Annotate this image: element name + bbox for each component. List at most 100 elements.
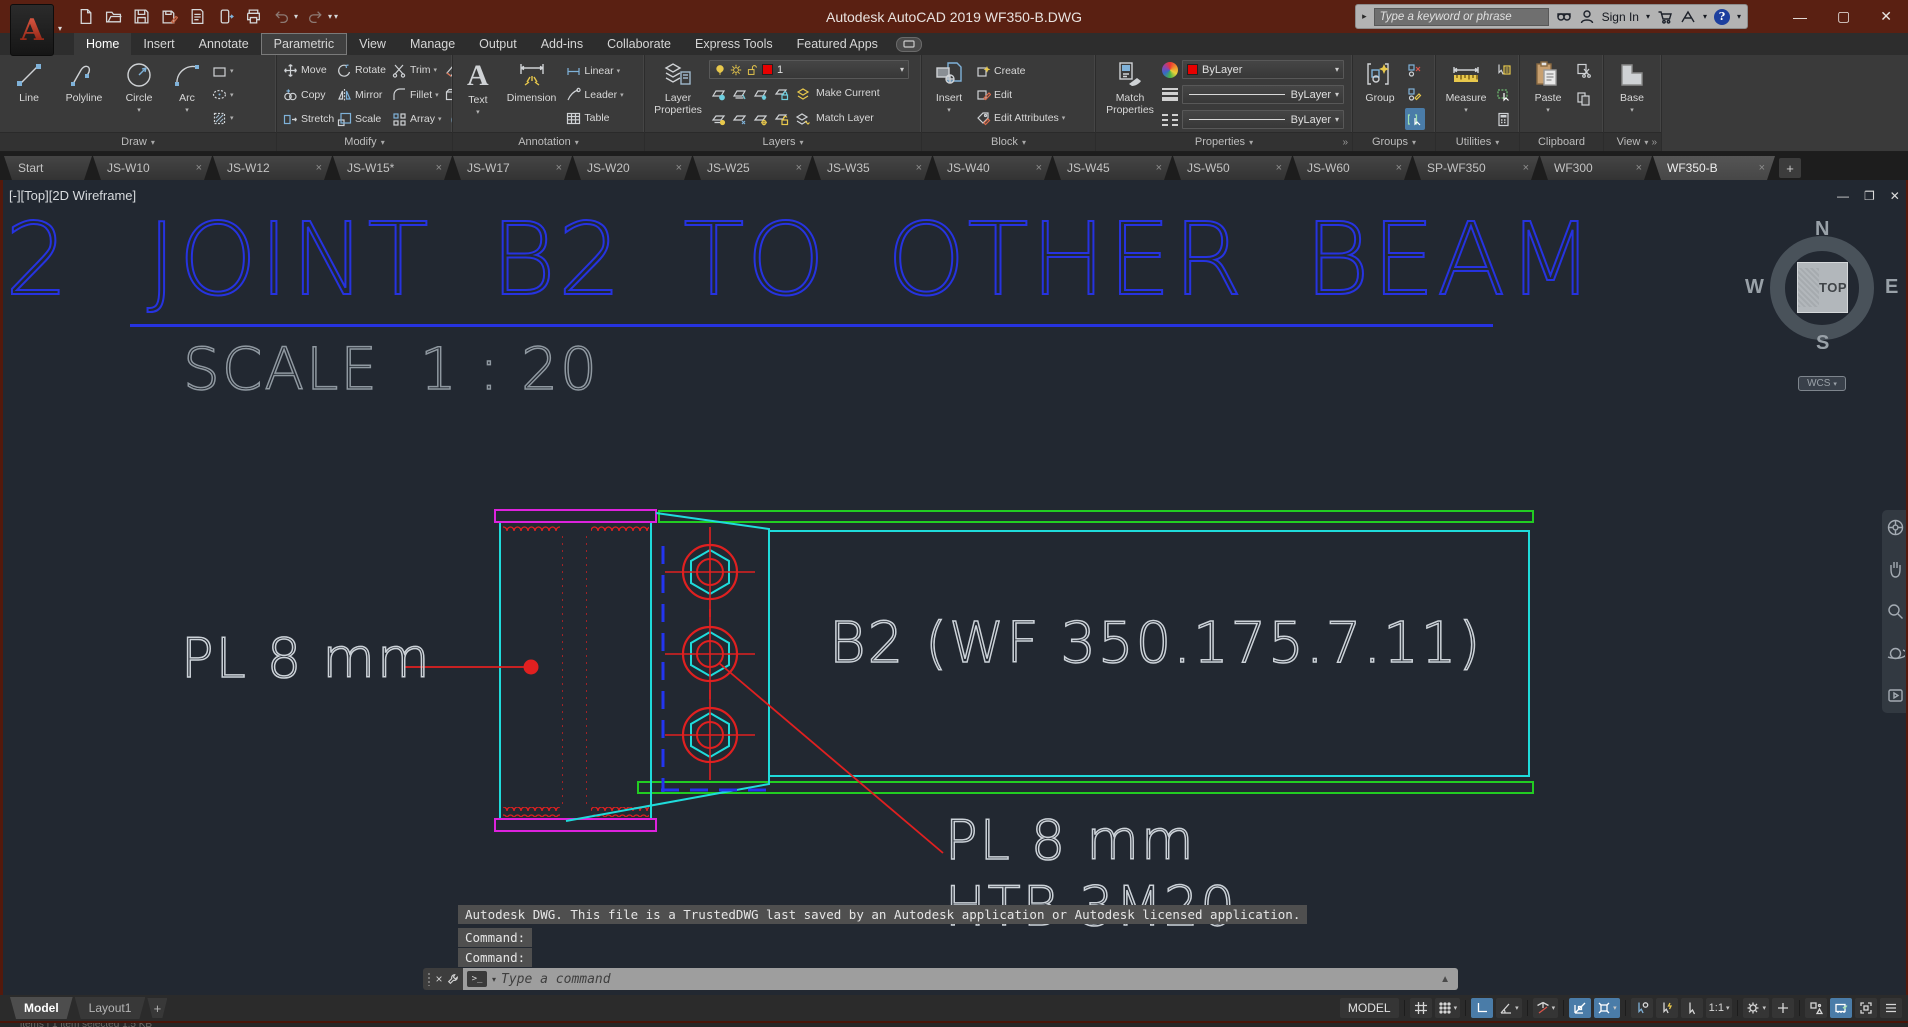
polar-dropdown[interactable]: ▾ [1515, 1004, 1519, 1012]
file-tab-jsw50[interactable]: JS-W50× [1173, 156, 1292, 180]
publish-button[interactable] [186, 6, 208, 28]
linear-button[interactable]: Linear▾ [564, 60, 640, 82]
command-close-icon[interactable]: × [435, 972, 442, 986]
workspace-switching-button[interactable]: ▾ [1743, 998, 1769, 1018]
file-tab-jsw25[interactable]: JS-W25× [693, 156, 812, 180]
layer-combo-dropdown[interactable]: ▾ [900, 65, 904, 74]
close-tab-icon[interactable]: × [1156, 162, 1162, 174]
circle-dropdown[interactable]: ▾ [137, 106, 141, 114]
copy-button[interactable]: Copy [281, 84, 333, 106]
layer-unisolate-icon[interactable] [732, 86, 747, 101]
close-tab-icon[interactable]: × [556, 162, 562, 174]
edit-attributes-dropdown[interactable]: ▾ [1062, 114, 1066, 122]
customization-plus-button[interactable] [1772, 998, 1794, 1018]
file-tab-spwf350[interactable]: SP-WF350× [1413, 156, 1539, 180]
isodraft-dropdown[interactable]: ▾ [1552, 1004, 1556, 1012]
layer-walk-icon[interactable] [732, 111, 747, 126]
match-layer-button[interactable]: Match Layer [816, 112, 874, 124]
match-properties-button[interactable]: Match Properties [1100, 57, 1160, 132]
copy-clip-button[interactable] [1574, 87, 1594, 109]
zoom-icon[interactable] [1886, 602, 1905, 621]
doc-restore-button[interactable]: ❐ [1864, 190, 1875, 202]
cut-button[interactable] [1574, 59, 1594, 81]
viewcube-north[interactable]: N [1815, 218, 1829, 241]
file-tab-jsw35[interactable]: JS-W35× [813, 156, 932, 180]
annotation-scale-sync[interactable] [1681, 998, 1703, 1018]
layer-freeze-icon[interactable] [753, 86, 768, 101]
tab-parametric[interactable]: Parametric [261, 33, 347, 55]
layer-unlock2-icon[interactable] [774, 111, 789, 126]
arc-dropdown[interactable]: ▾ [185, 106, 189, 114]
sign-in-dropdown[interactable]: ▾ [1646, 12, 1650, 21]
group-edit-button[interactable] [1405, 84, 1425, 106]
sign-in-button[interactable]: Sign In [1602, 10, 1639, 24]
group-button[interactable]: Group [1357, 57, 1403, 132]
command-input-area[interactable]: >_ ▾ ▲ [463, 968, 1458, 990]
fillet-button[interactable]: Fillet▾ [390, 84, 440, 106]
layer-combo[interactable]: 1 ▾ [709, 60, 909, 79]
tab-featured-apps[interactable]: Featured Apps [785, 33, 890, 55]
panel-label-block[interactable]: Block▾ [922, 132, 1095, 151]
save-button[interactable] [130, 6, 152, 28]
doc-close-button[interactable]: ✕ [1890, 190, 1900, 202]
rectangle-button[interactable]: ▾ [210, 60, 262, 82]
quick-calculator-button[interactable] [1494, 108, 1514, 130]
undo-button[interactable] [270, 6, 292, 28]
orbit-icon[interactable] [1886, 644, 1905, 663]
array-button[interactable]: Array▾ [390, 108, 440, 130]
file-tab-jsw12[interactable]: JS-W12× [213, 156, 332, 180]
mirror-button[interactable]: Mirror [335, 84, 388, 106]
viewcube-top-face[interactable]: TOP [1797, 262, 1848, 313]
file-tab-wf350b[interactable]: WF350-B× [1653, 156, 1775, 180]
text-button[interactable]: A Text▾ [457, 57, 499, 132]
panel-label-draw[interactable]: Draw▾ [0, 132, 276, 151]
ortho-toggle[interactable] [1471, 998, 1493, 1018]
isolate-objects-button[interactable] [1805, 998, 1827, 1018]
insert-dropdown[interactable]: ▾ [947, 106, 951, 114]
explode-button[interactable] [442, 84, 452, 106]
tab-annotate[interactable]: Annotate [187, 33, 261, 55]
drawing-canvas[interactable]: [-][Top][2D Wireframe] — ❐ ✕ 2 JOINT B2 … [0, 180, 1908, 995]
autodesk-app-icon[interactable] [1680, 9, 1696, 25]
isometric-drafting-toggle[interactable]: ▾ [1533, 998, 1559, 1018]
panel-label-annotation[interactable]: Annotation▾ [453, 132, 644, 151]
linetype-combo[interactable]: ByLayer▾ [1182, 110, 1344, 129]
move-button[interactable]: Move [281, 59, 333, 81]
lineweight-combo[interactable]: ByLayer▾ [1182, 85, 1344, 104]
panel-label-layers[interactable]: Layers▾ [645, 132, 921, 151]
open-button[interactable] [102, 6, 124, 28]
annotation-visibility-toggle[interactable] [1631, 998, 1653, 1018]
group-selection-toggle[interactable] [1405, 108, 1425, 130]
command-history-toggle-icon[interactable]: ▲ [1440, 974, 1454, 985]
new-drawing-tab-button[interactable]: + [1779, 158, 1801, 178]
trim-dropdown[interactable]: ▾ [434, 66, 438, 74]
base-button[interactable]: Base▾ [1608, 57, 1656, 132]
ungroup-button[interactable] [1405, 59, 1425, 81]
ribbon-display-options-button[interactable] [896, 37, 922, 52]
nav-wheel-icon[interactable] [1886, 518, 1905, 537]
lineweight-icon[interactable] [1162, 88, 1178, 101]
layer-thaw-icon[interactable] [753, 111, 768, 126]
osnap-dropdown[interactable]: ▾ [1613, 1004, 1617, 1012]
close-tab-icon[interactable]: × [1636, 162, 1642, 174]
layer-lock-icon[interactable] [774, 86, 789, 101]
close-tab-icon[interactable]: × [1396, 162, 1402, 174]
annotation-scale-dropdown[interactable]: ▾ [1726, 1004, 1730, 1012]
close-tab-icon[interactable]: × [316, 162, 322, 174]
file-tab-jsw17[interactable]: JS-W17× [453, 156, 572, 180]
close-tab-icon[interactable]: × [916, 162, 922, 174]
edit-attributes-button[interactable]: Edit Attributes▾ [974, 107, 1086, 129]
text-dropdown[interactable]: ▾ [476, 108, 480, 116]
object-snap-toggle[interactable]: ▾ [1594, 998, 1620, 1018]
close-button[interactable]: ✕ [1880, 8, 1892, 25]
app-menu-button[interactable]: A [10, 4, 54, 56]
layer-isolate-icon[interactable] [711, 86, 726, 101]
navigation-bar[interactable] [1882, 510, 1908, 713]
command-bar-grip[interactable] [427, 972, 431, 986]
redo-dropdown[interactable]: ▾ [328, 12, 332, 21]
doc-minimize-button[interactable]: — [1837, 190, 1849, 202]
color-wheel-icon[interactable] [1162, 62, 1178, 78]
quick-select-button[interactable] [1494, 59, 1514, 81]
workspace-dropdown[interactable]: ▾ [1762, 1004, 1766, 1012]
offset-button[interactable] [442, 108, 452, 130]
